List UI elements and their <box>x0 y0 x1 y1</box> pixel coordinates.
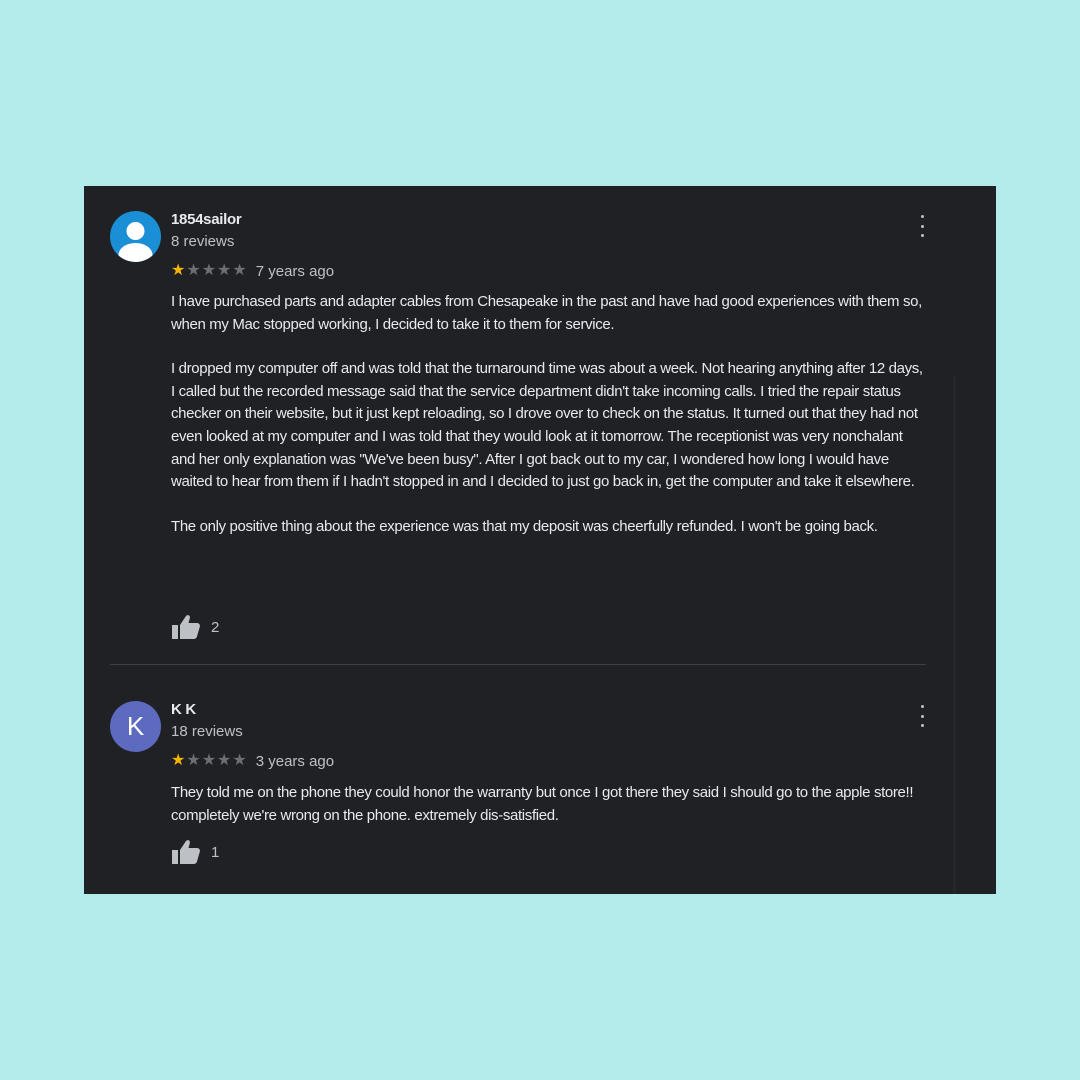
review-divider <box>110 664 926 665</box>
review-text: They told me on the phone they could hon… <box>171 782 928 827</box>
reviewer-name[interactable]: 1854sailor <box>171 211 242 228</box>
like-count: 2 <box>211 618 220 636</box>
review-count[interactable]: 18 reviews <box>171 723 243 740</box>
thumbs-up-icon <box>172 615 200 639</box>
like-button[interactable]: 1 <box>171 839 219 865</box>
person-icon <box>118 222 153 262</box>
rating-row: ★ ★ ★ ★ ★ 7 years ago <box>171 262 334 280</box>
star-empty-icon: ★ <box>201 262 217 279</box>
star-rating: ★ ★ ★ ★ ★ <box>171 752 247 770</box>
avatar[interactable] <box>110 211 161 262</box>
more-options-icon[interactable] <box>912 705 932 727</box>
star-filled-icon: ★ <box>171 262 186 279</box>
star-empty-icon: ★ <box>201 752 217 769</box>
star-empty-icon: ★ <box>186 752 201 769</box>
star-empty-icon: ★ <box>232 262 247 279</box>
scrollbar-track[interactable] <box>953 376 956 894</box>
star-filled-icon: ★ <box>171 752 186 769</box>
star-empty-icon: ★ <box>232 752 247 769</box>
reviews-panel: 1854sailor 8 reviews ★ ★ ★ ★ ★ 7 years ago I… <box>84 186 996 894</box>
like-count: 1 <box>211 843 220 861</box>
review-paragraph: The only positive thing about the experi… <box>171 517 878 535</box>
thumbs-up-icon <box>172 840 200 864</box>
star-empty-icon: ★ <box>217 752 232 769</box>
review-card: K K K 18 reviews ★ ★ ★ ★ ★ 3 years ago They … <box>110 701 926 881</box>
star-empty-icon: ★ <box>186 262 201 279</box>
review-date: 3 years ago <box>255 752 335 770</box>
review-date: 7 years ago <box>255 262 335 280</box>
like-button[interactable]: 2 <box>171 614 219 640</box>
more-options-icon[interactable] <box>912 215 932 237</box>
rating-row: ★ ★ ★ ★ ★ 3 years ago <box>171 752 334 770</box>
review-paragraph: I dropped my computer off and was told t… <box>171 360 923 491</box>
review-count[interactable]: 8 reviews <box>171 233 234 250</box>
star-empty-icon: ★ <box>217 262 232 279</box>
review-paragraph: I have purchased parts and adapter cable… <box>171 293 922 333</box>
review-paragraph: They told me on the phone they could hon… <box>171 784 914 824</box>
review-text: I have purchased parts and adapter cable… <box>171 291 928 538</box>
avatar[interactable]: K <box>110 701 161 752</box>
review-card: 1854sailor 8 reviews ★ ★ ★ ★ ★ 7 years ago I… <box>110 211 926 651</box>
star-rating: ★ ★ ★ ★ ★ <box>171 262 247 280</box>
reviewer-name[interactable]: K K <box>171 701 196 718</box>
